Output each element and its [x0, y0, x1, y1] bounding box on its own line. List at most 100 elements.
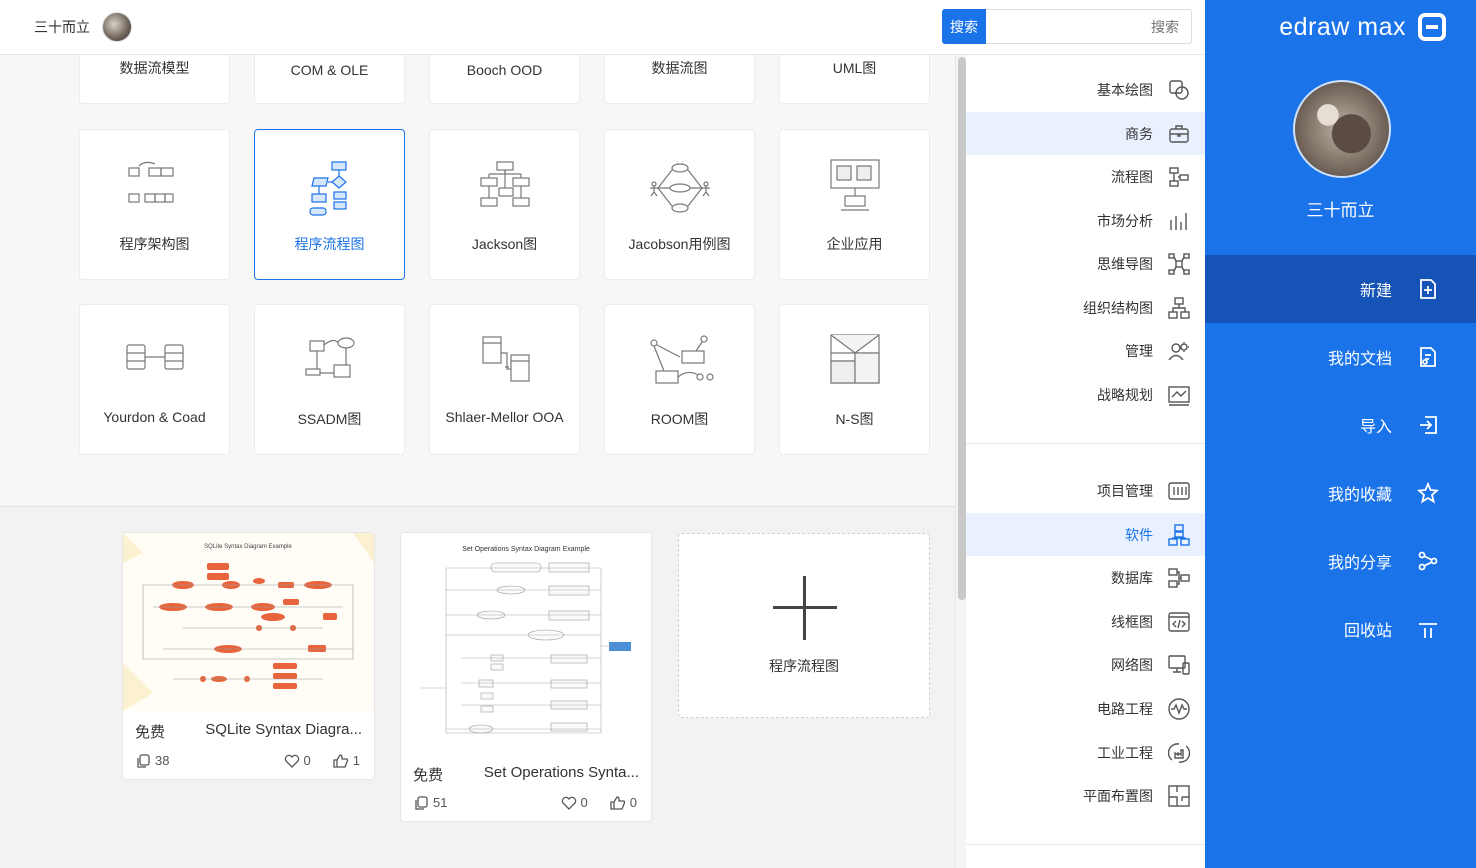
- thumbs-up-icon: [333, 753, 348, 768]
- template-card[interactable]: 程序架构图: [79, 129, 230, 280]
- sidebar-item-new[interactable]: 新建: [1205, 255, 1476, 323]
- category-business[interactable]: 商务: [966, 112, 1205, 155]
- like-count: 0: [629, 795, 637, 810]
- new-blank-diagram-card[interactable]: 程序流程图: [678, 533, 930, 718]
- template-label: 数据流模型: [119, 60, 190, 76]
- template-label: ROOM图: [650, 411, 709, 427]
- like-stat[interactable]: 0: [610, 795, 637, 810]
- category-flowchart[interactable]: 流程图: [966, 155, 1205, 198]
- heart-stat[interactable]: 0: [561, 795, 588, 810]
- program-flowchart-icon: [309, 161, 347, 216]
- category-label: 管理: [1125, 342, 1153, 359]
- category-basic[interactable]: 基本绘图: [966, 68, 1205, 111]
- plus-icon: [773, 576, 837, 640]
- template-card[interactable]: Shlaer-Mellor OOA: [429, 304, 580, 455]
- use-case-diagram-icon: [650, 163, 710, 213]
- category-project[interactable]: 项目管理: [966, 469, 1205, 512]
- category-label: 网络图: [1111, 656, 1153, 673]
- circuit-icon: [1167, 697, 1191, 721]
- heart-icon: [561, 796, 576, 810]
- search-button[interactable]: 搜索: [942, 9, 986, 44]
- copy-icon: [415, 795, 428, 810]
- template-card[interactable]: N-S图: [779, 304, 930, 455]
- example-stats: 38 0 1: [137, 753, 360, 768]
- sidebar-item-share[interactable]: 我的分享: [1205, 527, 1476, 595]
- category-network[interactable]: 网络图: [966, 643, 1205, 686]
- edraw-logo-icon: [1418, 13, 1446, 41]
- category-circuit[interactable]: 电路工程: [966, 687, 1205, 730]
- industry-icon: [1167, 741, 1191, 765]
- software-icon: [1167, 523, 1191, 547]
- template-card[interactable]: ROOM图: [604, 304, 755, 455]
- mindmap-icon: [1167, 252, 1191, 276]
- scrollbar[interactable]: [955, 55, 966, 868]
- database-icon: [1167, 566, 1191, 590]
- star-icon: [1416, 481, 1440, 505]
- like-stat[interactable]: 1: [333, 753, 360, 768]
- top-bar: 三十而立 搜索: [0, 0, 1205, 55]
- floorplan-icon: [1167, 784, 1191, 808]
- category-floorplan[interactable]: 平面布置图: [966, 774, 1205, 817]
- category-org[interactable]: 组织结构图: [966, 286, 1205, 329]
- template-card[interactable]: Yourdon & Coad: [79, 304, 230, 455]
- wireframe-icon: [1167, 610, 1191, 634]
- template-card[interactable]: Jacobson用例图: [604, 129, 755, 280]
- example-card[interactable]: SQLite Syntax Diagram Example 免费 SQLite …: [122, 532, 375, 780]
- set-operations-thumbnail: Set Operations Syntax Diagram Example: [401, 533, 651, 752]
- template-card[interactable]: 企业应用: [779, 129, 930, 280]
- shlaer-mellor-icon: [482, 336, 530, 382]
- template-card[interactable]: 数据流模型: [79, 55, 230, 104]
- category-label: 软件: [1125, 526, 1153, 543]
- template-label: Booch OOD: [466, 62, 543, 78]
- example-thumbnail: SQLite Syntax Diagram Example: [123, 533, 374, 711]
- sidebar-item-import[interactable]: 导入: [1205, 391, 1476, 459]
- category-software[interactable]: 软件: [966, 513, 1205, 556]
- copies-stat[interactable]: 38: [137, 753, 169, 768]
- heart-icon: [284, 754, 299, 768]
- template-card[interactable]: Booch OOD: [429, 55, 580, 104]
- sidebar-item-label: 新建: [1359, 283, 1392, 300]
- category-strategy[interactable]: 战略规划: [966, 373, 1205, 416]
- sidebar-item-trash[interactable]: 回收站: [1205, 595, 1476, 663]
- sidebar-item-favorites[interactable]: 我的收藏: [1205, 459, 1476, 527]
- gear-people-icon: [1167, 339, 1191, 363]
- template-card[interactable]: COM & OLE: [254, 55, 405, 104]
- logo-text: edraw max: [1279, 12, 1406, 41]
- search-input[interactable]: [986, 9, 1192, 44]
- like-count: 1: [352, 753, 360, 768]
- category-market[interactable]: 市场分析: [966, 199, 1205, 242]
- architecture-diagram-icon: [128, 161, 174, 203]
- category-wireframe[interactable]: 线框图: [966, 600, 1205, 643]
- template-card-selected[interactable]: 程序流程图: [254, 129, 405, 280]
- template-label: Jacobson用例图: [628, 236, 731, 252]
- template-card[interactable]: UML图: [779, 55, 930, 104]
- category-label: 工业工程: [1097, 744, 1153, 761]
- category-management[interactable]: 管理: [966, 329, 1205, 372]
- main-sidebar: edraw max 三十而立 新建 我的文档 导入 我的收藏 我的分享 回收站: [1205, 0, 1476, 868]
- heart-stat[interactable]: 0: [284, 753, 311, 768]
- example-title[interactable]: SQLite Syntax Diagra...: [205, 721, 362, 742]
- top-user-menu[interactable]: 三十而立: [34, 12, 132, 42]
- sidebar-item-documents[interactable]: 我的文档: [1205, 323, 1476, 391]
- category-database[interactable]: 数据库: [966, 556, 1205, 599]
- category-mindmap[interactable]: 思维导图: [966, 242, 1205, 285]
- category-label: 组织结构图: [1083, 299, 1153, 316]
- app-logo[interactable]: edraw max: [1279, 10, 1446, 44]
- template-label: Shlaer-Mellor OOA: [445, 409, 564, 425]
- top-avatar[interactable]: [102, 12, 132, 42]
- ssadm-diagram-icon: [305, 337, 355, 378]
- template-card[interactable]: 数据流图: [604, 55, 755, 104]
- example-title[interactable]: Set Operations Synta...: [484, 764, 639, 785]
- category-industrial[interactable]: 工业工程: [966, 731, 1205, 774]
- profile-avatar[interactable]: [1293, 80, 1391, 178]
- copy-icon: [137, 753, 150, 768]
- sidebar-nav: 新建 我的文档 导入 我的收藏 我的分享 回收站: [1205, 255, 1476, 663]
- example-card[interactable]: Set Operations Syntax Diagram Example 免费…: [400, 532, 652, 822]
- template-card[interactable]: SSADM图: [254, 304, 405, 455]
- copies-stat[interactable]: 51: [415, 795, 447, 810]
- sidebar-item-label: 我的分享: [1327, 555, 1392, 572]
- scrollbar-thumb[interactable]: [958, 57, 966, 600]
- template-grid: 数据流模型 COM & OLE Booch OOD 数据流图 UML图 程序架构…: [0, 55, 955, 507]
- strategy-icon: [1167, 383, 1191, 407]
- template-card[interactable]: Jackson图: [429, 129, 580, 280]
